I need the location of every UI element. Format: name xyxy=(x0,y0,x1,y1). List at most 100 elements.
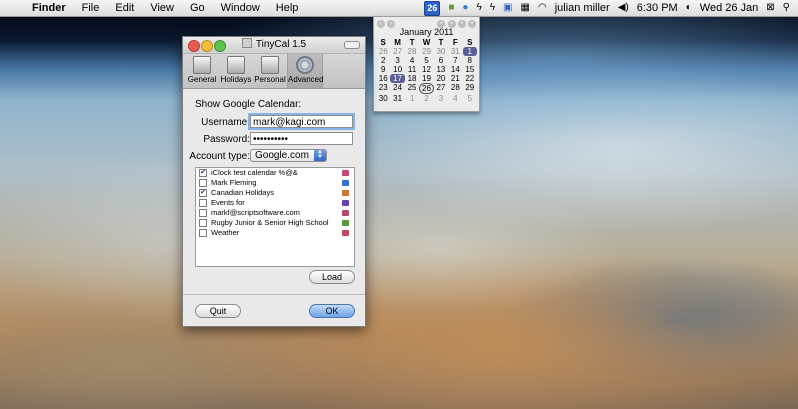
wifi-icon[interactable]: ◠ xyxy=(538,1,547,15)
globe-icon[interactable]: ● xyxy=(462,1,468,15)
calendar-day[interactable]: 2 xyxy=(376,56,390,65)
calendar-day[interactable]: 7 xyxy=(448,56,462,65)
calendar-day[interactable]: 31 xyxy=(448,47,462,56)
calendar-day[interactable]: 10 xyxy=(390,65,404,74)
calendar-day[interactable]: 5 xyxy=(463,94,477,103)
moon-icon[interactable]: ◐ xyxy=(686,1,692,15)
menu-view[interactable]: View xyxy=(142,0,182,16)
tinycal-tray-icon[interactable]: 26 xyxy=(424,0,441,16)
calendar-day[interactable]: 29 xyxy=(463,83,477,94)
ok-button[interactable]: OK xyxy=(309,304,355,318)
calendar-day[interactable]: 6 xyxy=(434,56,448,65)
calendar-day[interactable]: 15 xyxy=(463,65,477,74)
calendar-day[interactable]: 22 xyxy=(463,74,477,83)
menu-file[interactable]: File xyxy=(74,0,108,16)
calendar-color-swatch[interactable] xyxy=(342,180,349,186)
clock-date[interactable]: Wed 26 Jan xyxy=(700,2,759,14)
menu-window[interactable]: Window xyxy=(213,0,268,16)
calendar-day[interactable]: 25 xyxy=(405,83,419,94)
calendar-list-item[interactable]: Mark Fleming xyxy=(196,178,354,188)
calendar-day[interactable]: 9 xyxy=(376,65,390,74)
calendar-day[interactable]: 30 xyxy=(434,47,448,56)
minimize-button[interactable] xyxy=(201,40,213,52)
calendar-day[interactable]: 5 xyxy=(419,56,433,65)
zoom-button[interactable] xyxy=(214,40,226,52)
calendar-day[interactable]: 24 xyxy=(390,83,404,94)
calendar-color-swatch[interactable] xyxy=(342,170,349,176)
calendar-color-swatch[interactable] xyxy=(342,210,349,216)
tab-holidays[interactable]: Holidays xyxy=(219,54,253,88)
tab-advanced[interactable]: Advanced xyxy=(287,54,324,88)
calendar-checkbox[interactable] xyxy=(199,209,207,217)
volume-icon[interactable]: ◀) xyxy=(618,1,629,15)
calendar-color-swatch[interactable] xyxy=(342,220,349,226)
calendar-day[interactable]: 30 xyxy=(376,94,390,103)
calendar-checkbox[interactable] xyxy=(199,229,207,237)
calendar-checkbox[interactable] xyxy=(199,199,207,207)
menu-help[interactable]: Help xyxy=(268,0,307,16)
load-button[interactable]: Load xyxy=(309,270,355,284)
menu-finder[interactable]: Finder xyxy=(24,0,74,16)
calendar-list-item[interactable]: ✔ Canadian Holidays xyxy=(196,188,354,198)
calendar-list-item[interactable]: ✔ iClock test calendar %@& xyxy=(196,168,354,178)
calendar-checkbox[interactable] xyxy=(199,219,207,227)
calendar-list-item[interactable]: Weather xyxy=(196,228,354,238)
calendar-day[interactable]: 29 xyxy=(419,47,433,56)
calendar-day[interactable]: 13 xyxy=(434,65,448,74)
calendar-day[interactable]: 21 xyxy=(448,74,462,83)
calendar-day[interactable]: 27 xyxy=(390,47,404,56)
script-icon[interactable]: ▦ xyxy=(521,1,530,15)
calendar-day[interactable]: 26 xyxy=(419,83,434,94)
username-field[interactable]: mark@kagi.com xyxy=(250,115,353,128)
calendar-day[interactable]: 16 xyxy=(376,74,390,83)
close-button[interactable] xyxy=(188,40,200,52)
calendar-list-item[interactable]: Events for xyxy=(196,198,354,208)
calendar-day[interactable]: 23 xyxy=(376,83,390,94)
clock-time[interactable]: 6:30 PM xyxy=(637,2,678,14)
calendar-day[interactable]: 12 xyxy=(419,65,433,74)
account-type-select[interactable]: Google.com ▲ ▼ xyxy=(250,149,327,162)
calendar-day[interactable]: 28 xyxy=(448,83,462,94)
calendar-day[interactable]: 3 xyxy=(390,56,404,65)
calendar-day[interactable]: 20 xyxy=(434,74,448,83)
calendar-checkbox[interactable]: ✔ xyxy=(199,169,207,177)
calendar-day[interactable]: 19 xyxy=(419,74,433,83)
calendar-list-item[interactable]: markf@scriptsoftware.com xyxy=(196,208,354,218)
quit-button[interactable]: Quit xyxy=(195,304,241,318)
calendar-day[interactable]: 11 xyxy=(405,65,419,74)
calendar-color-swatch[interactable] xyxy=(342,230,349,236)
tab-personal[interactable]: Personal xyxy=(253,54,287,88)
calendar-day[interactable]: 4 xyxy=(405,56,419,65)
calendar-day[interactable]: 8 xyxy=(463,56,477,65)
calendar-checkbox[interactable]: ✔ xyxy=(199,189,207,197)
calendar-checkbox[interactable] xyxy=(199,179,207,187)
calendar-day[interactable]: 18 xyxy=(405,74,419,83)
calendar-color-swatch[interactable] xyxy=(342,190,349,196)
toolbar-toggle-button[interactable] xyxy=(344,41,360,49)
calendar-day[interactable]: 3 xyxy=(434,94,448,103)
spotlight-icon[interactable]: ⚲ xyxy=(783,1,790,15)
calendar-day[interactable]: 27 xyxy=(434,83,448,94)
menu-edit[interactable]: Edit xyxy=(107,0,142,16)
window-titlebar[interactable]: TinyCal 1.5 xyxy=(183,37,365,54)
calendar-day[interactable]: 4 xyxy=(448,94,462,103)
tab-general[interactable]: General xyxy=(185,54,219,88)
calendar-day[interactable]: 1 xyxy=(405,94,419,103)
bolt-icon[interactable]: ϟ xyxy=(476,1,481,15)
calendar-day[interactable]: 2 xyxy=(419,94,433,103)
calendar-list-item[interactable]: Rugby Junior & Senior High School xyxy=(196,218,354,228)
bolt-alt-icon[interactable]: ϟ xyxy=(490,1,495,15)
app-store-icon[interactable]: ▣ xyxy=(503,1,512,15)
calendar-day[interactable]: 28 xyxy=(405,47,419,56)
calendar-day[interactable]: 14 xyxy=(448,65,462,74)
calendar-color-swatch[interactable] xyxy=(342,200,349,206)
user-name[interactable]: julian miller xyxy=(555,2,610,14)
menu-go[interactable]: Go xyxy=(182,0,213,16)
calendar-day[interactable]: 26 xyxy=(376,47,390,56)
calendar-day[interactable]: 1 xyxy=(462,47,477,56)
calendar-day[interactable]: 17 xyxy=(390,74,405,83)
evernote-icon[interactable]: ■ xyxy=(448,1,454,15)
close-box-icon[interactable]: ⊠ xyxy=(766,1,774,15)
password-field[interactable]: •••••••••• xyxy=(250,132,353,145)
calendar-day[interactable]: 31 xyxy=(390,94,404,103)
